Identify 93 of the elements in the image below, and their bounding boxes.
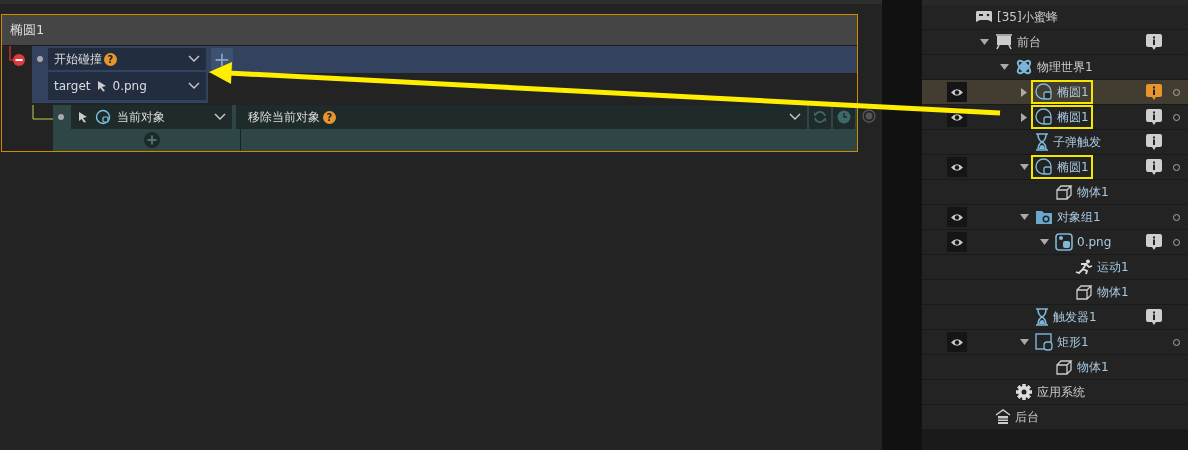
add-action-icon[interactable] <box>143 132 160 148</box>
tree-row[interactable]: 椭圆1 <box>922 80 1188 104</box>
node-label: 椭圆1 <box>1057 83 1089 101</box>
tree-row[interactable]: 物体1 <box>922 355 1188 379</box>
tree-row[interactable]: [35]小蜜蜂 <box>922 5 1188 29</box>
board-icon <box>995 34 1013 50</box>
expand-arrow-icon[interactable] <box>1019 214 1029 220</box>
node-label: 物体1 <box>1077 183 1109 201</box>
hourglass-icon <box>1035 133 1049 151</box>
runner-icon <box>1075 259 1093 275</box>
remove-icon[interactable] <box>13 54 25 66</box>
loop-button[interactable] <box>809 105 831 129</box>
cube-icon <box>1055 184 1073 200</box>
collapse-arrow-icon[interactable] <box>1021 112 1027 122</box>
help-badge[interactable]: ? <box>323 110 336 124</box>
chevron-icon <box>789 113 801 121</box>
gamepad-icon <box>975 10 993 24</box>
tree-row[interactable]: 应用系统 <box>922 380 1188 404</box>
node-label: 0.png <box>1077 235 1112 249</box>
target-select[interactable]: target 0.png <box>48 72 206 100</box>
eye-icon[interactable] <box>947 157 967 177</box>
info-icon[interactable] <box>1146 308 1162 326</box>
tree-row[interactable]: 对象组1 <box>922 205 1188 229</box>
info-icon[interactable] <box>1146 158 1162 176</box>
node-label: [35]小蜜蜂 <box>997 8 1058 26</box>
action-select[interactable]: 移除当前对象 ? <box>236 105 807 129</box>
eye-icon[interactable] <box>947 82 967 102</box>
node-label: 后台 <box>1015 408 1039 426</box>
atom-icon <box>1015 58 1033 76</box>
tree-row[interactable]: 物理世界1 <box>922 55 1188 79</box>
node-label: 触发器1 <box>1053 308 1097 326</box>
hourglass-icon <box>1035 308 1049 326</box>
cursor-icon <box>95 80 108 92</box>
ellipse-icon <box>95 109 111 125</box>
help-badge[interactable]: ? <box>104 52 117 66</box>
cube-icon <box>1075 284 1093 300</box>
expand-arrow-icon[interactable] <box>1019 164 1029 170</box>
node-label: 运动1 <box>1097 258 1129 276</box>
expand-arrow-icon[interactable] <box>1039 239 1049 245</box>
tree-row[interactable]: 物体1 <box>922 180 1188 204</box>
tree-row[interactable]: 矩形1 <box>922 330 1188 354</box>
collapse-arrow-icon[interactable] <box>1021 87 1027 97</box>
connector-line <box>32 105 53 120</box>
node-label: 前台 <box>1017 33 1041 51</box>
object-select[interactable]: 当前对象 <box>71 105 232 129</box>
ellipse-icon <box>1035 83 1053 101</box>
expand-arrow-icon[interactable] <box>1019 339 1029 345</box>
chevron-icon <box>214 113 226 121</box>
folder-icon <box>1035 209 1053 225</box>
ellipse-icon <box>1035 158 1053 176</box>
bullet-icon <box>58 114 64 120</box>
expand-arrow-icon[interactable] <box>979 39 989 45</box>
expand-arrow-icon[interactable] <box>999 64 1009 70</box>
refresh-icon <box>813 110 827 124</box>
cube-icon <box>1055 359 1073 375</box>
node-label: 椭圆1 <box>1057 108 1089 126</box>
tree-row[interactable]: 触发器1 <box>922 305 1188 329</box>
event-title: 椭圆1 <box>2 15 857 46</box>
info-icon[interactable] <box>1146 233 1162 251</box>
gear-icon <box>1015 383 1033 401</box>
eye-icon[interactable] <box>947 332 967 352</box>
info-icon[interactable] <box>1146 133 1162 151</box>
info-icon[interactable] <box>1146 108 1162 126</box>
tree-row[interactable]: 后台 <box>922 405 1188 429</box>
chevron-icon <box>188 55 200 63</box>
clock-icon <box>837 110 851 124</box>
condition-select[interactable]: 开始碰撞 ? <box>48 48 206 70</box>
node-label: 子弹触发 <box>1053 133 1101 151</box>
eye-icon[interactable] <box>947 207 967 227</box>
node-label: 物体1 <box>1077 358 1109 376</box>
node-label: 物体1 <box>1097 283 1129 301</box>
tree-row[interactable]: 0.png <box>922 230 1188 254</box>
node-label: 应用系统 <box>1037 383 1085 401</box>
tree-row[interactable]: 运动1 <box>922 255 1188 279</box>
tree-row[interactable]: 前台 <box>922 30 1188 54</box>
tree-row[interactable]: 物体1 <box>922 280 1188 304</box>
tree-row[interactable]: 椭圆1 <box>922 155 1188 179</box>
info-icon[interactable] <box>1146 33 1162 51</box>
info-icon[interactable] <box>1146 83 1162 101</box>
tree-row[interactable]: 椭圆1 <box>922 105 1188 129</box>
bullet-icon <box>37 56 43 62</box>
house-icon <box>995 409 1011 425</box>
eye-icon[interactable] <box>947 232 967 252</box>
node-label: 物理世界1 <box>1037 58 1093 76</box>
cursor-icon <box>77 111 89 123</box>
image-icon <box>1055 233 1073 251</box>
node-label: 椭圆1 <box>1057 158 1089 176</box>
ellipse-icon <box>1035 108 1053 126</box>
chevron-icon <box>188 82 200 90</box>
tree-row[interactable]: 子弹触发 <box>922 130 1188 154</box>
rectangle-icon <box>1035 333 1053 351</box>
node-label: 矩形1 <box>1057 333 1089 351</box>
node-label: 对象组1 <box>1057 208 1101 226</box>
